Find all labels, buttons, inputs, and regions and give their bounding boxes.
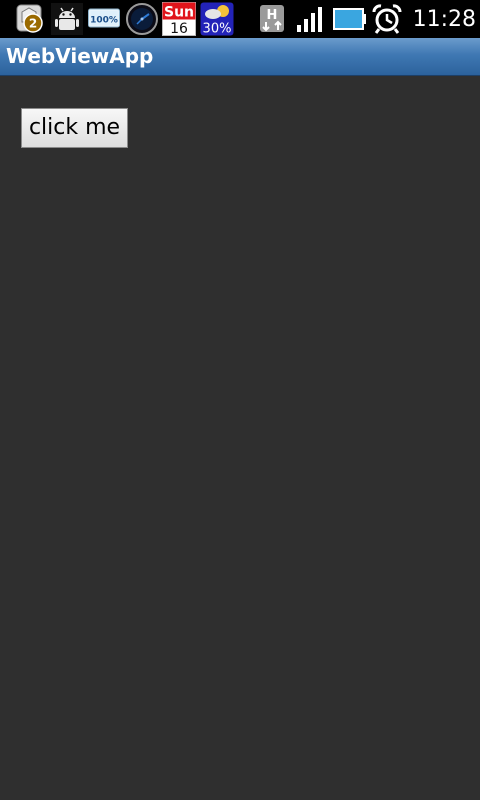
- click-me-button[interactable]: click me: [21, 108, 128, 148]
- app-title: WebViewApp: [6, 44, 154, 68]
- battery-widget-icon[interactable]: 100%: [88, 2, 122, 36]
- app-title-bar: WebViewApp: [0, 38, 480, 76]
- android-debug-icon[interactable]: [50, 2, 84, 36]
- weather-percent: 30%: [203, 22, 232, 37]
- status-clock: 11:28: [412, 7, 476, 32]
- signal-strength-icon: [294, 2, 328, 36]
- notification-count: 2: [29, 17, 37, 31]
- weather-icon[interactable]: 30%: [200, 2, 234, 37]
- network-type: H: [267, 8, 278, 23]
- webview-content: click me: [0, 76, 480, 800]
- alarm-clock-icon: [370, 2, 404, 36]
- battery-icon: [332, 2, 366, 36]
- clock-widget-icon[interactable]: [125, 2, 159, 36]
- calendar-day-number: 16: [170, 21, 188, 36]
- status-bar: 2 100% Sun 16 30% H 11:28: [0, 0, 480, 38]
- battery-widget-text: 100%: [90, 16, 118, 26]
- calendar-day-name: Sun: [164, 5, 194, 21]
- hspa-data-icon: H: [258, 2, 292, 36]
- calendar-icon[interactable]: Sun 16: [162, 2, 196, 37]
- notification-badge-icon[interactable]: 2: [14, 2, 48, 36]
